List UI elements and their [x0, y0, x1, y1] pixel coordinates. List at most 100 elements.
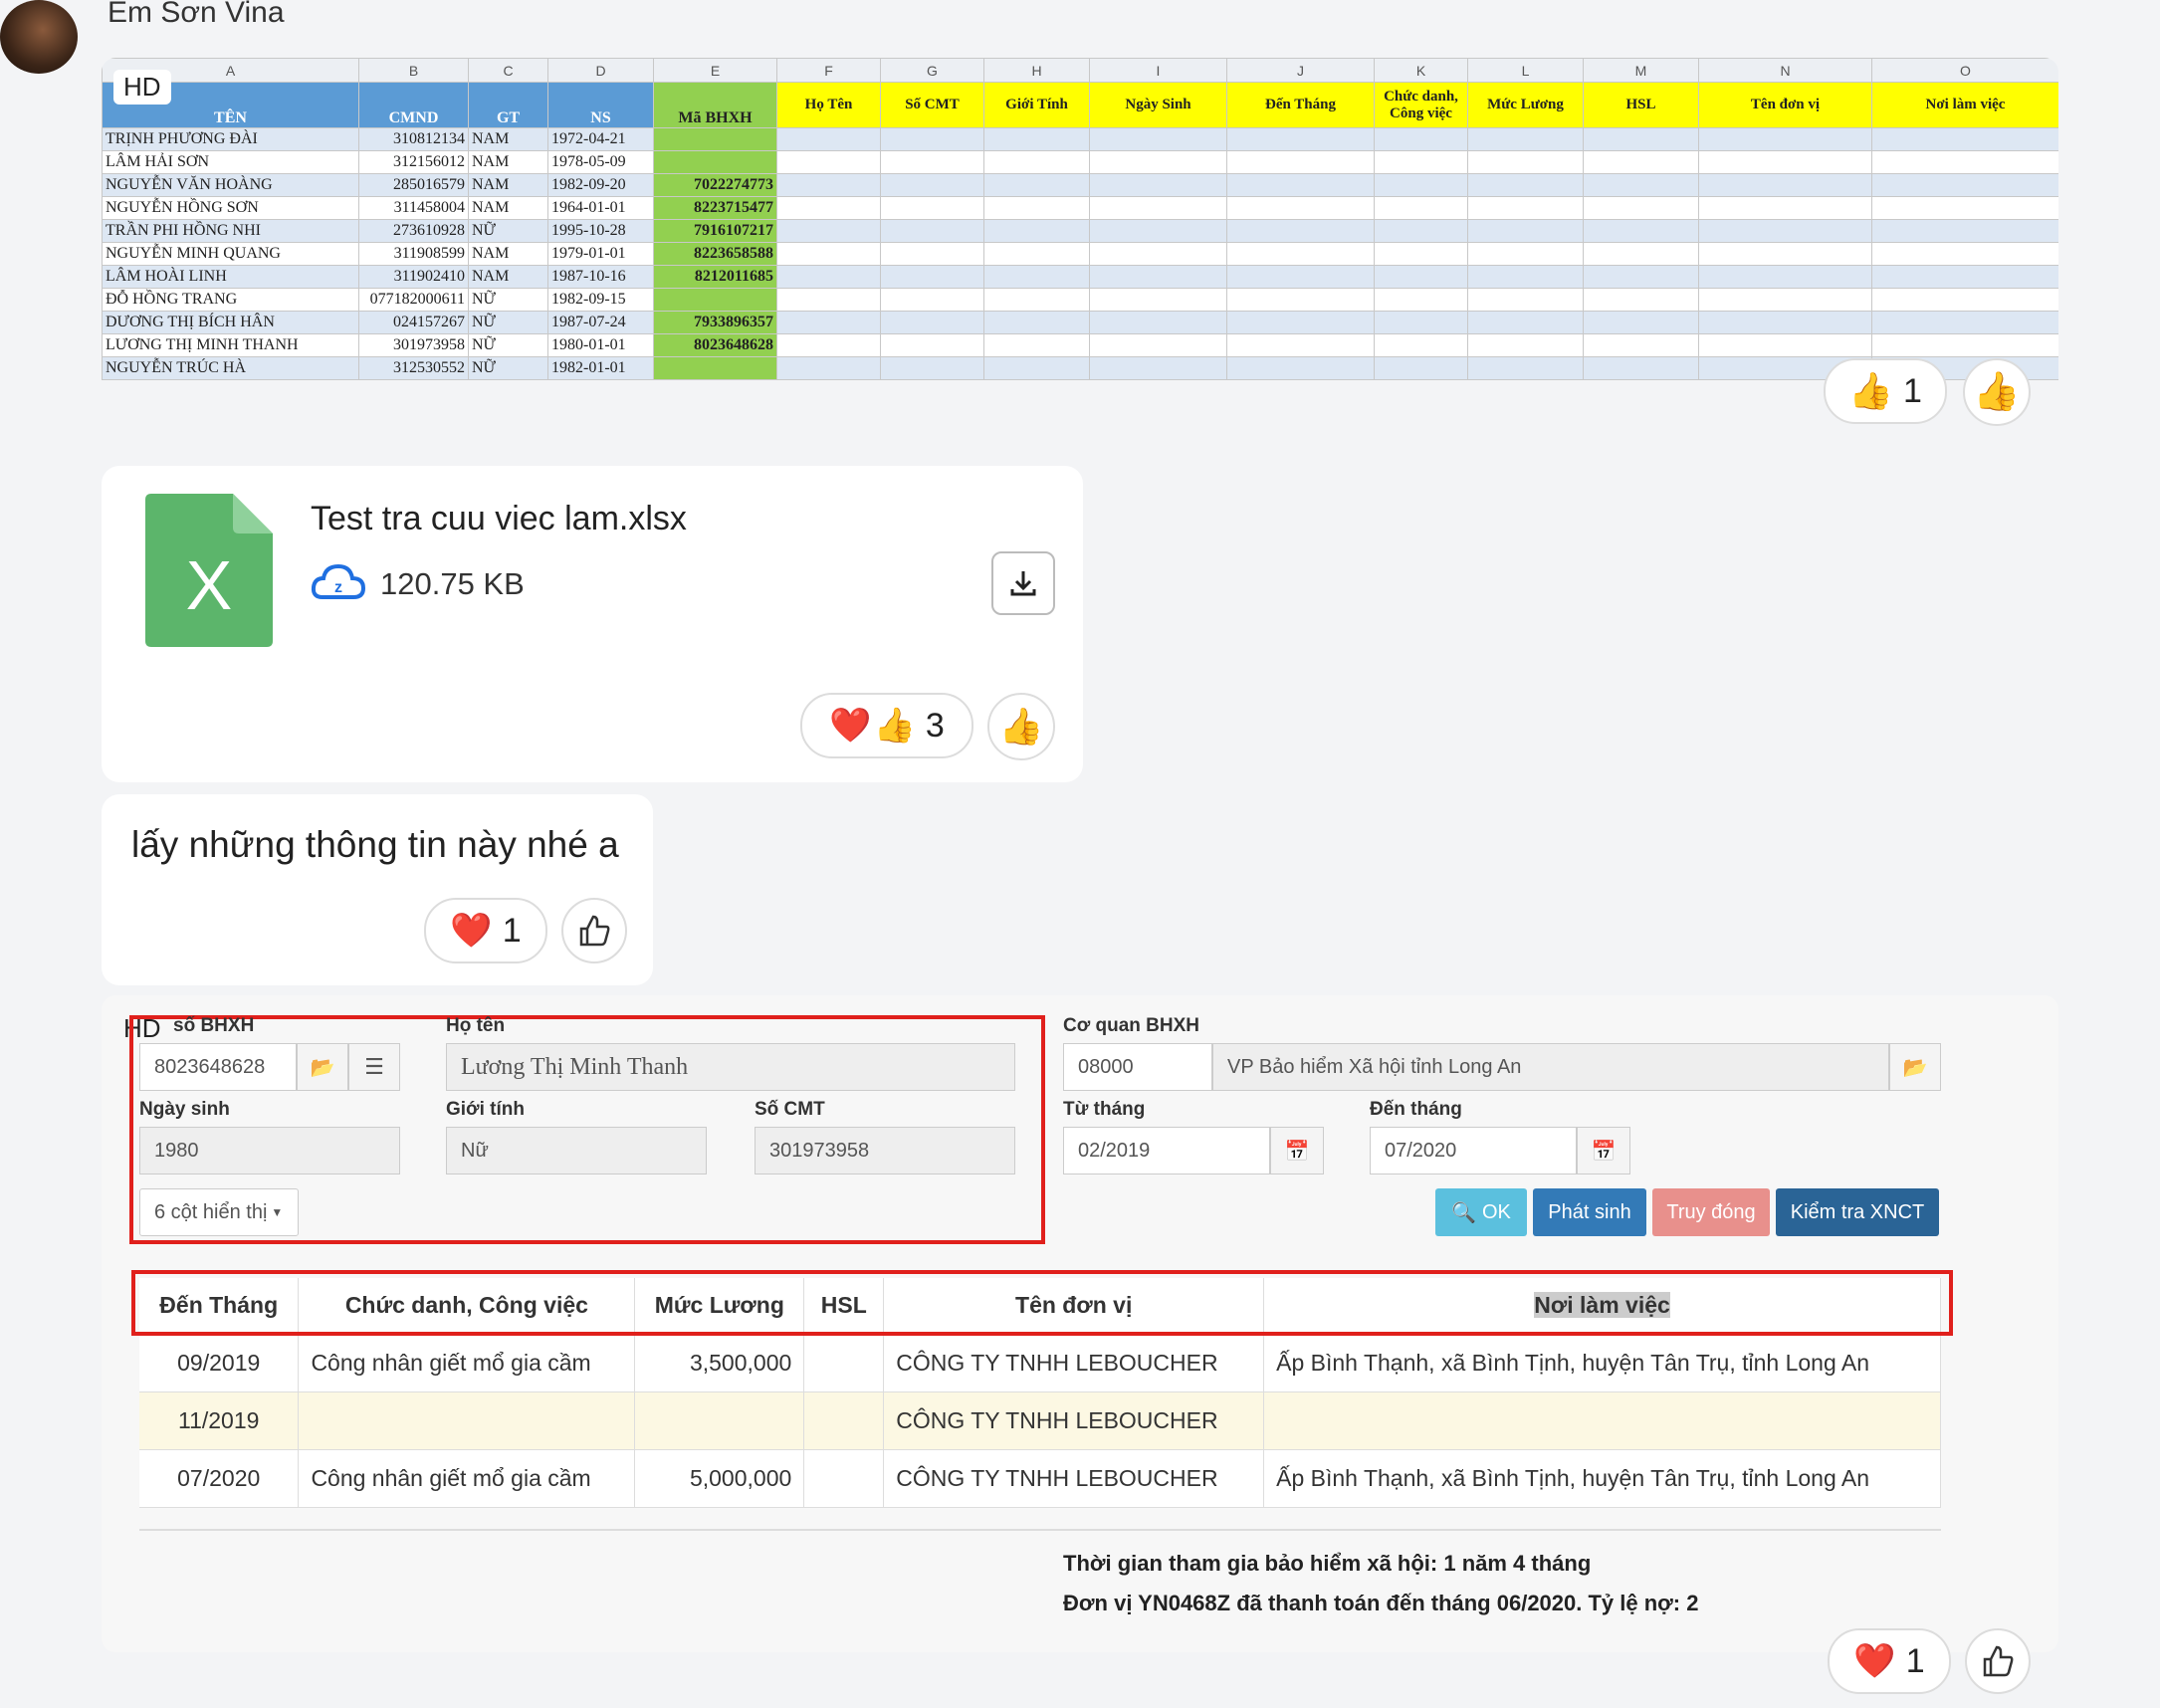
so-cmt-input[interactable]: 301973958 [755, 1127, 1015, 1174]
ho-ten-input[interactable]: Lương Thị Minh Thanh [446, 1043, 1015, 1091]
sheet-cell [983, 196, 1090, 220]
column-header: CMND [358, 82, 469, 128]
sheet-cell [1467, 242, 1584, 266]
sheet-cell: 8223658588 [653, 242, 777, 266]
sheet-cell [653, 288, 777, 312]
sheet-cell: 1982-09-20 [547, 173, 654, 197]
den-thang-input[interactable]: 07/2020 [1370, 1127, 1577, 1174]
tu-thang-input[interactable]: 02/2019 [1063, 1127, 1270, 1174]
column-letter: O [1871, 58, 2058, 83]
sheet-cell: LÂM HOÀI LINH [102, 265, 359, 289]
sheet-cell [776, 219, 881, 243]
svg-text:z: z [334, 579, 342, 596]
sheet-cell: 1972-04-21 [547, 127, 654, 151]
column-letter: K [1374, 58, 1468, 83]
gioi-tinh-label: Giới tính [446, 1099, 525, 1120]
reaction-heart-count[interactable]: ❤️ 1 [1828, 1628, 1951, 1694]
result-cell: 07/2020 [139, 1449, 300, 1507]
kiem-tra-xnct-button[interactable]: Kiểm tra XNCT [1776, 1188, 1939, 1236]
sheet-cell [1871, 311, 2058, 334]
text-message-bubble[interactable]: lấy những thông tin này nhé a ❤️ 1 [102, 794, 653, 985]
sheet-cell [1583, 288, 1699, 312]
result-cell: 09/2019 [139, 1334, 300, 1391]
folder-icon: 📂 [1902, 1056, 1928, 1079]
file-name[interactable]: Test tra cuu viec lam.xlsx [311, 500, 687, 538]
result-cell: Ấp Bình Thạnh, xã Bình Tịnh, huyện Tân T… [1263, 1334, 1941, 1391]
sheet-cell [776, 356, 881, 380]
so-bhxh-input[interactable]: 8023648628 [139, 1043, 297, 1091]
sheet-cell [1374, 150, 1468, 174]
sheet-cell: 311908599 [358, 242, 469, 266]
phat-sinh-button[interactable]: Phát sinh [1533, 1188, 1646, 1236]
sheet-cell: 024157267 [358, 311, 469, 334]
sheet-cell [983, 127, 1090, 151]
co-quan-code-input[interactable]: 08000 [1063, 1043, 1212, 1091]
bhxh-lookup-screenshot[interactable]: HD số BHXH 8023648628 📂 ☰ Họ tên Lương T… [102, 995, 2058, 1652]
sheet-cell: 312530552 [358, 356, 469, 380]
sheet-cell: NAM [468, 196, 548, 220]
sheet-cell [983, 242, 1090, 266]
co-quan-folder-button[interactable]: 📂 [1889, 1043, 1941, 1091]
folder-open-button[interactable]: 📂 [297, 1043, 348, 1091]
sheet-cell [1226, 219, 1375, 243]
result-row[interactable]: 09/2019 Công nhân giết mổ gia cầm 3,500,00… [139, 1334, 1941, 1391]
download-button[interactable] [991, 551, 1055, 615]
sheet-cell [1698, 265, 1872, 289]
result-cell: CÔNG TY TNHH LEBOUCHER [883, 1334, 1265, 1391]
truy-dong-button[interactable]: Truy đóng [1652, 1188, 1770, 1236]
sheet-cell [1374, 242, 1468, 266]
result-row[interactable]: 11/2019 CÔNG TY TNHH LEBOUCHER [139, 1391, 1941, 1449]
columns-dropdown[interactable]: 6 cột hiển thị ▼ [139, 1188, 299, 1236]
tu-thang-calendar-button[interactable]: 📅 [1270, 1127, 1324, 1174]
sheet-cell [1871, 173, 2058, 197]
result-cell: 3,500,000 [634, 1334, 805, 1391]
ok-button[interactable]: 🔍 OK [1435, 1188, 1527, 1236]
sheet-cell [1089, 127, 1227, 151]
co-quan-name-input[interactable]: VP Bảo hiểm Xã hội tỉnh Long An [1212, 1043, 1889, 1091]
spreadsheet-table: ABCDEFGHIJKLMNO TÊN CMND GT NS Mã BHXH Họ Tên… [102, 58, 2058, 380]
sheet-cell [1467, 356, 1584, 380]
avatar[interactable] [0, 0, 78, 74]
add-reaction-button[interactable] [1965, 1628, 2031, 1694]
sheet-cell [1871, 333, 2058, 357]
reaction-like-count[interactable]: 👍 1 [1824, 358, 1947, 424]
sheet-cell [1467, 333, 1584, 357]
so-bhxh-label: số BHXH [173, 1015, 255, 1036]
sheet-cell [1698, 242, 1872, 266]
sheet-row: TRỊNH PHƯƠNG ĐÀI 310812134 NAM 1972-04-21 [102, 127, 2058, 151]
sheet-cell [1467, 311, 1584, 334]
list-button[interactable]: ☰ [348, 1043, 400, 1091]
reaction-heart-count[interactable]: ❤️ 1 [424, 898, 547, 963]
add-reaction-button[interactable] [561, 898, 627, 963]
sheet-cell [1698, 150, 1872, 174]
sheet-cell [983, 333, 1090, 357]
sheet-cell: 301973958 [358, 333, 469, 357]
sheet-row: LƯƠNG THỊ MINH THANH 301973958 NỮ 1980-01-0… [102, 333, 2058, 357]
column-header: Họ Tên [776, 82, 881, 128]
column-header: Mã BHXH [653, 82, 777, 128]
ngay-sinh-label: Ngày sinh [139, 1099, 230, 1120]
sheet-cell [1374, 311, 1468, 334]
ngay-sinh-input[interactable]: 1980 [139, 1127, 400, 1174]
sheet-cell [1089, 333, 1227, 357]
tu-thang-label: Từ tháng [1063, 1099, 1146, 1120]
sheet-cell: NGUYỄN TRÚC HÀ [102, 356, 359, 380]
column-header: Tên đơn vị [1698, 82, 1872, 128]
sheet-cell [1374, 356, 1468, 380]
result-row[interactable]: 07/2020 Công nhân giết mổ gia cầm 5,000,00… [139, 1449, 1941, 1507]
sheet-cell [1226, 356, 1375, 380]
column-header: NS [547, 82, 654, 128]
add-reaction-button[interactable]: 👍 [987, 693, 1055, 760]
add-reaction-button[interactable]: 👍 [1963, 358, 2031, 426]
sheet-cell: 7916107217 [653, 219, 777, 243]
spreadsheet-image[interactable]: ABCDEFGHIJKLMNO TÊN CMND GT NS Mã BHXH Họ Tên… [102, 58, 2058, 380]
caret-down-icon: ▼ [271, 1205, 284, 1219]
result-cell [634, 1391, 805, 1449]
gioi-tinh-input[interactable]: Nữ [446, 1127, 707, 1174]
column-letters-row: ABCDEFGHIJKLMNO [102, 58, 2058, 83]
file-message-card[interactable]: X Test tra cuu viec lam.xlsx z 120.75 KB… [102, 466, 1083, 782]
column-letter: D [547, 58, 654, 83]
sheet-cell: NỮ [468, 288, 548, 312]
reaction-heart-like-count[interactable]: ❤️ 👍 3 [800, 693, 973, 758]
den-thang-calendar-button[interactable]: 📅 [1577, 1127, 1630, 1174]
